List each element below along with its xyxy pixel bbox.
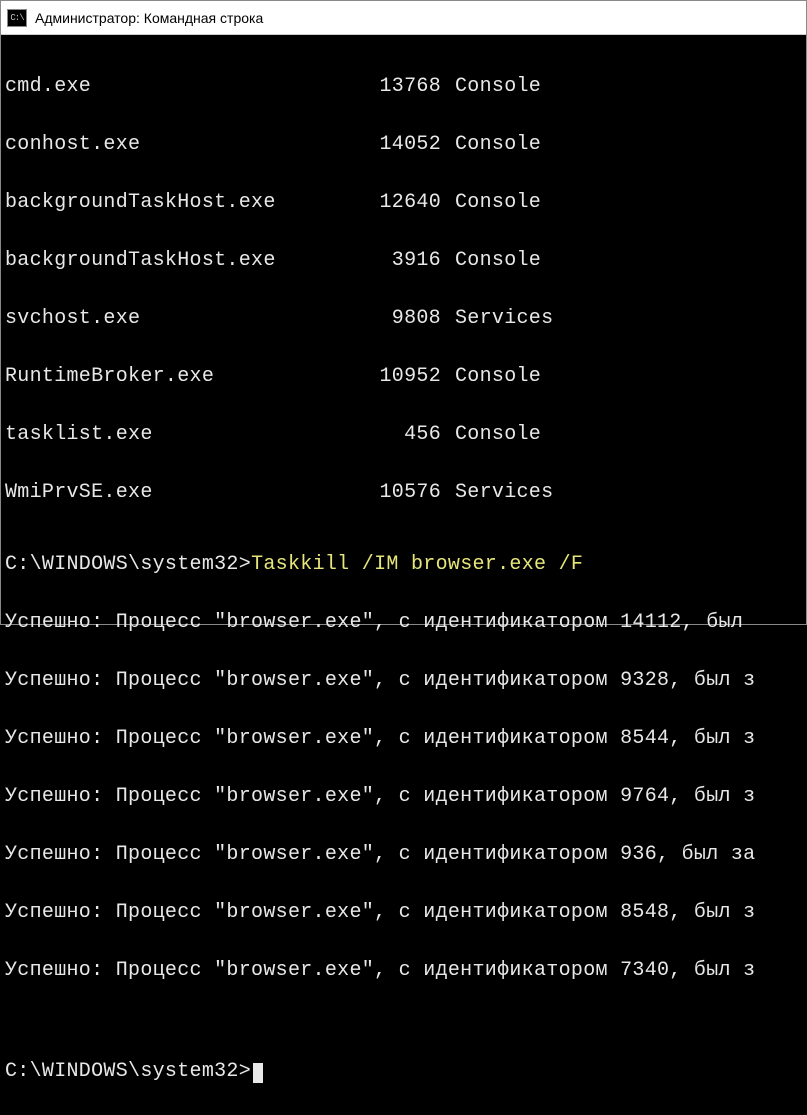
process-name: svchost.exe xyxy=(5,304,335,333)
prompt-line[interactable]: C:\WINDOWS\system32> xyxy=(5,1057,802,1086)
terminal-output[interactable]: cmd.exe13768Console conhost.exe14052Cons… xyxy=(1,35,806,624)
result-line: Успешно: Процесс "browser.exe", с иденти… xyxy=(5,956,802,985)
process-pid: 14052 xyxy=(335,130,455,159)
process-name: backgroundTaskHost.exe xyxy=(5,188,335,217)
process-name: WmiPrvSE.exe xyxy=(5,478,335,507)
prompt-command: Taskkill /IM browser.exe /F xyxy=(251,553,583,576)
process-name: tasklist.exe xyxy=(5,420,335,449)
prompt-arrow: > xyxy=(239,1060,251,1083)
process-session: Console xyxy=(455,246,541,275)
prompt-arrow: > xyxy=(239,553,251,576)
prompt-path: C:\WINDOWS\system32 xyxy=(5,553,239,576)
process-name: backgroundTaskHost.exe xyxy=(5,246,335,275)
process-row: WmiPrvSE.exe10576Services xyxy=(5,478,802,507)
process-name: RuntimeBroker.exe xyxy=(5,362,335,391)
process-pid: 13768 xyxy=(335,72,455,101)
process-pid: 456 xyxy=(335,420,455,449)
process-session: Console xyxy=(455,420,541,449)
process-row: conhost.exe14052Console xyxy=(5,130,802,159)
process-pid: 3916 xyxy=(335,246,455,275)
process-session: Console xyxy=(455,130,541,159)
result-line: Успешно: Процесс "browser.exe", с иденти… xyxy=(5,724,802,753)
process-session: Console xyxy=(455,72,541,101)
process-row: svchost.exe9808Services xyxy=(5,304,802,333)
process-session: Services xyxy=(455,304,553,333)
window-titlebar[interactable]: C:\ Администратор: Командная строка xyxy=(1,1,806,35)
process-pid: 10952 xyxy=(335,362,455,391)
process-row: backgroundTaskHost.exe12640Console xyxy=(5,188,802,217)
blank-line xyxy=(5,1014,802,1028)
process-row: cmd.exe13768Console xyxy=(5,72,802,101)
process-session: Console xyxy=(455,362,541,391)
process-pid: 12640 xyxy=(335,188,455,217)
process-row: RuntimeBroker.exe10952Console xyxy=(5,362,802,391)
process-pid: 10576 xyxy=(335,478,455,507)
window-title: Администратор: Командная строка xyxy=(35,10,263,26)
result-line: Успешно: Процесс "browser.exe", с иденти… xyxy=(5,898,802,927)
result-line: Успешно: Процесс "browser.exe", с иденти… xyxy=(5,782,802,811)
process-row: tasklist.exe456Console xyxy=(5,420,802,449)
prompt-path: C:\WINDOWS\system32 xyxy=(5,1060,239,1083)
result-line: Успешно: Процесс "browser.exe", с иденти… xyxy=(5,666,802,695)
process-name: conhost.exe xyxy=(5,130,335,159)
process-row: backgroundTaskHost.exe3916Console xyxy=(5,246,802,275)
prompt-line: C:\WINDOWS\system32>Taskkill /IM browser… xyxy=(5,550,802,579)
process-session: Services xyxy=(455,478,553,507)
process-session: Console xyxy=(455,188,541,217)
cmd-icon: C:\ xyxy=(7,9,27,27)
result-line: Успешно: Процесс "browser.exe", с иденти… xyxy=(5,608,802,637)
cursor xyxy=(253,1063,263,1083)
process-name: cmd.exe xyxy=(5,72,335,101)
result-line: Успешно: Процесс "browser.exe", с иденти… xyxy=(5,840,802,869)
cmd-icon-glyph: C:\ xyxy=(10,13,23,23)
process-pid: 9808 xyxy=(335,304,455,333)
